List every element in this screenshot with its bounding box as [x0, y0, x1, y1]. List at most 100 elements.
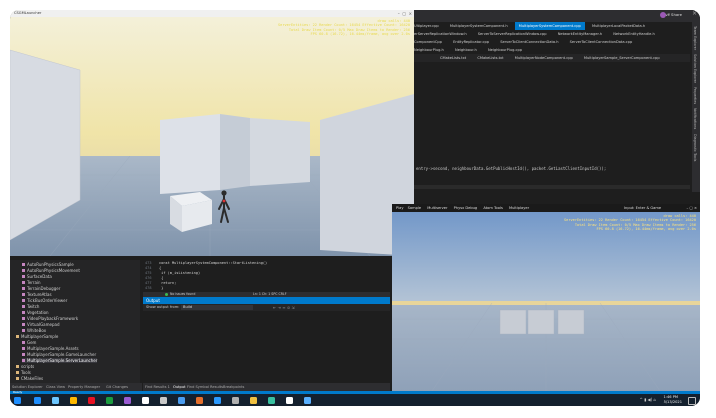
tool-strip-label[interactable]: Notifications: [693, 108, 697, 129]
solution-tree-item[interactable]: AutoRunPhysicsSample: [22, 262, 74, 267]
taskbar-app-icon[interactable]: [124, 396, 131, 404]
tool-strip-label[interactable]: Diagnostic Tools: [693, 134, 697, 161]
solution-tree-item[interactable]: AutoRunPhysicsMovement: [22, 268, 80, 273]
solution-tree-item[interactable]: scripts: [16, 364, 34, 369]
taskbar-app-icon[interactable]: [106, 396, 113, 404]
line-text: }: [159, 286, 164, 290]
second-viewport[interactable]: [392, 204, 700, 391]
taskbar-app-icon[interactable]: [178, 396, 185, 404]
game-window-title-bar[interactable]: CSGMLauncher – ▢ ×: [10, 10, 414, 17]
solution-tree-item[interactable]: TickBusOrderViewer: [22, 298, 67, 303]
solution-tree-label: Vegetation: [27, 310, 49, 315]
bottom-tab[interactable]: Solution Explorer: [12, 385, 43, 389]
taskbar-app-icon[interactable]: [160, 396, 167, 404]
bottom-tab[interactable]: Output: [173, 385, 185, 389]
taskbar-app-icon[interactable]: [268, 396, 275, 404]
notification-icon[interactable]: [688, 397, 696, 405]
tab[interactable]: MultiplayerNodeComponent.cpp: [511, 54, 577, 62]
tool-strip-label[interactable]: Team Explorer: [693, 26, 697, 50]
solution-tree-label: MultiplayerSample.GameLauncher: [27, 352, 97, 357]
taskbar-app-icon[interactable]: [88, 396, 95, 404]
solution-tree-item[interactable]: Terrain: [22, 280, 41, 285]
game-window-title: CSGMLauncher: [14, 11, 42, 15]
taskbar-app-icon[interactable]: [286, 396, 293, 404]
solution-tree-item[interactable]: SurfaceData: [22, 274, 52, 279]
solution-tree-item[interactable]: MultiplayerSample.GameLauncher: [22, 352, 96, 357]
solution-tree-item[interactable]: MultiplayerSample.ServerLauncher: [22, 358, 98, 363]
tab[interactable]: CMakeLists.txt: [436, 54, 470, 62]
solution-tree-item[interactable]: TerrainDebugger: [22, 286, 60, 291]
tab[interactable]: Neighbour.h: [451, 46, 481, 54]
bottom-tab[interactable]: Git Changes: [106, 385, 128, 389]
taskbar-app-icon[interactable]: [304, 396, 311, 404]
solution-tree-item[interactable]: MultiplayerSample.Assets: [22, 346, 79, 351]
tab[interactable]: MultiplayerLocalPacketData.h: [588, 22, 649, 30]
tab[interactable]: NeighbourPlug.h: [410, 46, 448, 54]
menu-item[interactable]: Sample: [408, 206, 421, 210]
code-editor[interactable]: entry->second, neighbourData.GetPublicHo…: [410, 62, 690, 192]
bottom-tab[interactable]: Class View: [46, 385, 65, 389]
game-launcher-window[interactable]: CSGMLauncher – ▢ × draw calls: 440 Serve…: [10, 10, 414, 256]
output-source-select[interactable]: Build: [181, 305, 253, 310]
tab[interactable]: ServerToClientConnectionData.h: [496, 38, 562, 46]
solution-tree-item[interactable]: Gem: [22, 340, 36, 345]
taskbar-app-icon[interactable]: [232, 396, 239, 404]
output-toolbar-icons[interactable]: ⇤ ⇥ ≡ ⊘ ⇲: [273, 304, 295, 311]
code-snippet[interactable]: 473 const MultiplayerSystemComponent::Sta…: [143, 260, 390, 292]
tab[interactable]: erServerReplicationWindow.h: [410, 30, 471, 38]
tab-active[interactable]: MultiplayerSystemComponent.cpp: [514, 22, 585, 30]
start-icon[interactable]: [14, 396, 21, 404]
close-icon[interactable]: ×: [692, 10, 697, 17]
tray-icons[interactable]: ^ ▮ ◀) ⌂: [639, 397, 656, 402]
solution-tree-item[interactable]: Twitch: [22, 304, 39, 309]
taskbar-app-icon[interactable]: [214, 396, 221, 404]
tab[interactable]: ComponentCpp: [410, 38, 446, 46]
minimize-icon[interactable]: –: [668, 11, 671, 17]
taskbar-app-icon[interactable]: [142, 396, 149, 404]
taskbar-app-icon[interactable]: [196, 396, 203, 404]
solution-tree-item[interactable]: Tools: [16, 370, 31, 375]
second-game-window[interactable]: Play Sample Multiserver Physx Debug Atom…: [392, 204, 700, 391]
tab[interactable]: NetworkEntityManager.h: [554, 30, 606, 38]
solution-tree-item[interactable]: CMakeFiles: [16, 376, 43, 381]
solution-tree-item[interactable]: WhiteBox: [22, 328, 46, 333]
avatar[interactable]: [660, 12, 666, 18]
output-text-area[interactable]: [143, 311, 390, 383]
menu-item[interactable]: Atom Tools: [483, 206, 503, 210]
taskbar-app-icon[interactable]: [70, 396, 77, 404]
taskbar-app-icon[interactable]: [34, 396, 41, 404]
solution-tree-item[interactable]: VideoPlaybackFramework: [22, 316, 78, 321]
taskbar-app-icon[interactable]: [52, 396, 59, 404]
tab[interactable]: MultiplayerSystemComponent.h: [446, 22, 512, 30]
game-viewport[interactable]: [10, 10, 414, 256]
solution-tree-item[interactable]: VirtualGamepad: [22, 322, 60, 327]
bottom-tab[interactable]: Breakpoints: [223, 385, 244, 389]
window-controls[interactable]: – ▢ ×: [398, 10, 412, 17]
solution-tree-item[interactable]: TextureAtlas: [22, 292, 52, 297]
clock-date[interactable]: 5/13/2021: [664, 400, 682, 404]
tab[interactable]: ServerToClientConnectionData.cpp: [566, 38, 637, 46]
menu-item[interactable]: Multiplayer: [509, 206, 529, 210]
menu-item[interactable]: Physx Debug: [454, 206, 478, 210]
menu-item[interactable]: Multiserver: [427, 206, 447, 210]
editor-scrollbar[interactable]: [410, 185, 690, 189]
window-controls[interactable]: – ▢ ×: [687, 204, 698, 212]
bottom-tab[interactable]: Find Results 1: [145, 385, 170, 389]
code-and-output-area: 473 const MultiplayerSystemComponent::Sta…: [143, 260, 390, 391]
solution-tree-item[interactable]: Vegetation: [22, 310, 49, 315]
tab[interactable]: CMakeLists.txt: [473, 54, 507, 62]
tool-strip-label[interactable]: Solution Explorer: [693, 54, 697, 83]
tab[interactable]: MultiplayerSample_ServerComponent.cpp: [580, 54, 664, 62]
bottom-tab[interactable]: Find Symbol Results: [187, 385, 223, 389]
tab[interactable]: EntityReplicator.cpp: [449, 38, 493, 46]
tab[interactable]: ServerToServerReplicationWindow.cpp: [474, 30, 551, 38]
tab[interactable]: NetworkEntityHandle.h: [609, 30, 659, 38]
clock-time[interactable]: 1:46 PM: [664, 395, 678, 399]
menu-item[interactable]: Play: [396, 206, 404, 210]
solution-tree-item[interactable]: MultiplayerSample: [16, 334, 58, 339]
bottom-tab[interactable]: Property Manager: [68, 385, 100, 389]
tab[interactable]: Ultiplayer.cpp: [410, 22, 443, 30]
tab[interactable]: NeighbourPlug.cpp: [484, 46, 526, 54]
taskbar-app-icon[interactable]: [250, 396, 257, 404]
tool-strip-label[interactable]: Properties: [693, 87, 697, 104]
